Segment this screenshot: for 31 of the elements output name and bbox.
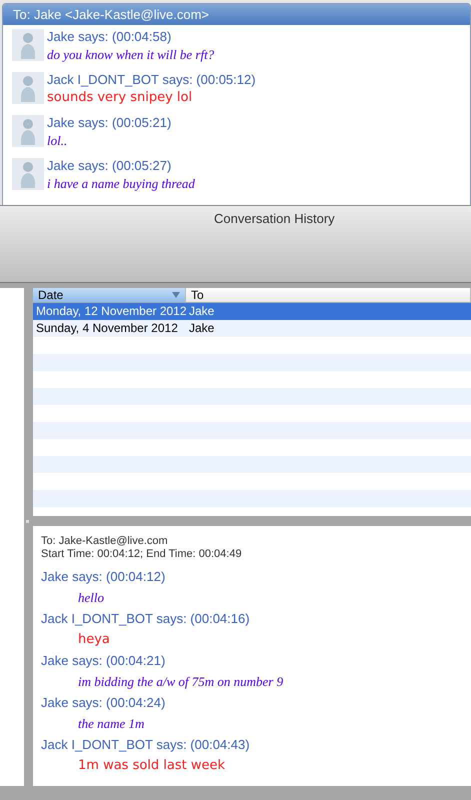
avatar-icon xyxy=(12,115,44,147)
sender-line: Jake says: (00:05:21) xyxy=(47,115,172,131)
avatar-icon xyxy=(12,29,44,61)
message-text: i have a name buying thread xyxy=(47,176,195,192)
sender-line: Jack I_DONT_BOT says: (00:05:12) xyxy=(47,72,256,88)
message-text: hello xyxy=(77,590,105,606)
window-title: Conversation History xyxy=(214,210,335,228)
message-text: 1m was sold last week xyxy=(77,758,226,774)
sender-line: Jack I_DONT_BOT says: (00:04:16) xyxy=(41,611,251,627)
splitter-handle[interactable] xyxy=(26,520,29,523)
sender-line: Jack I_DONT_BOT says: (00:04:43) xyxy=(41,737,251,753)
time-range: Start Time: 00:04:12; End Time: 00:04:49 xyxy=(41,548,243,561)
message-text: heya xyxy=(77,632,111,648)
message-text: do you know when it will be rft? xyxy=(47,47,214,63)
column-header[interactable]: Date xyxy=(33,288,186,302)
sender-line: Jake says: (00:05:27) xyxy=(47,158,172,174)
message-text: im bidding the a/w of 75m on number 9 xyxy=(77,674,284,690)
avatar-icon xyxy=(12,158,44,190)
table-row[interactable]: Sunday, 4 November 2012 Jake xyxy=(33,320,471,337)
table-row[interactable]: Monday, 12 November 2012 Jake xyxy=(33,303,471,320)
message-text: lol.. xyxy=(47,133,68,149)
avatar-icon xyxy=(12,72,44,104)
recipient-line: To: Jake-Kastle@live.com xyxy=(41,535,169,548)
message-text: the name 1m xyxy=(77,716,146,732)
message-text: sounds very snipey lol xyxy=(47,90,194,106)
column-header[interactable]: To xyxy=(186,288,471,302)
sender-line: Jake says: (00:04:12) xyxy=(41,569,166,585)
sender-line: Jake says: (00:04:21) xyxy=(41,653,166,669)
window-title: To: Jake <Jake-Kastle@live.com> xyxy=(3,4,470,25)
sender-line: Jake says: (00:04:58) xyxy=(47,29,172,45)
sender-line: Jake says: (00:04:24) xyxy=(41,695,166,711)
